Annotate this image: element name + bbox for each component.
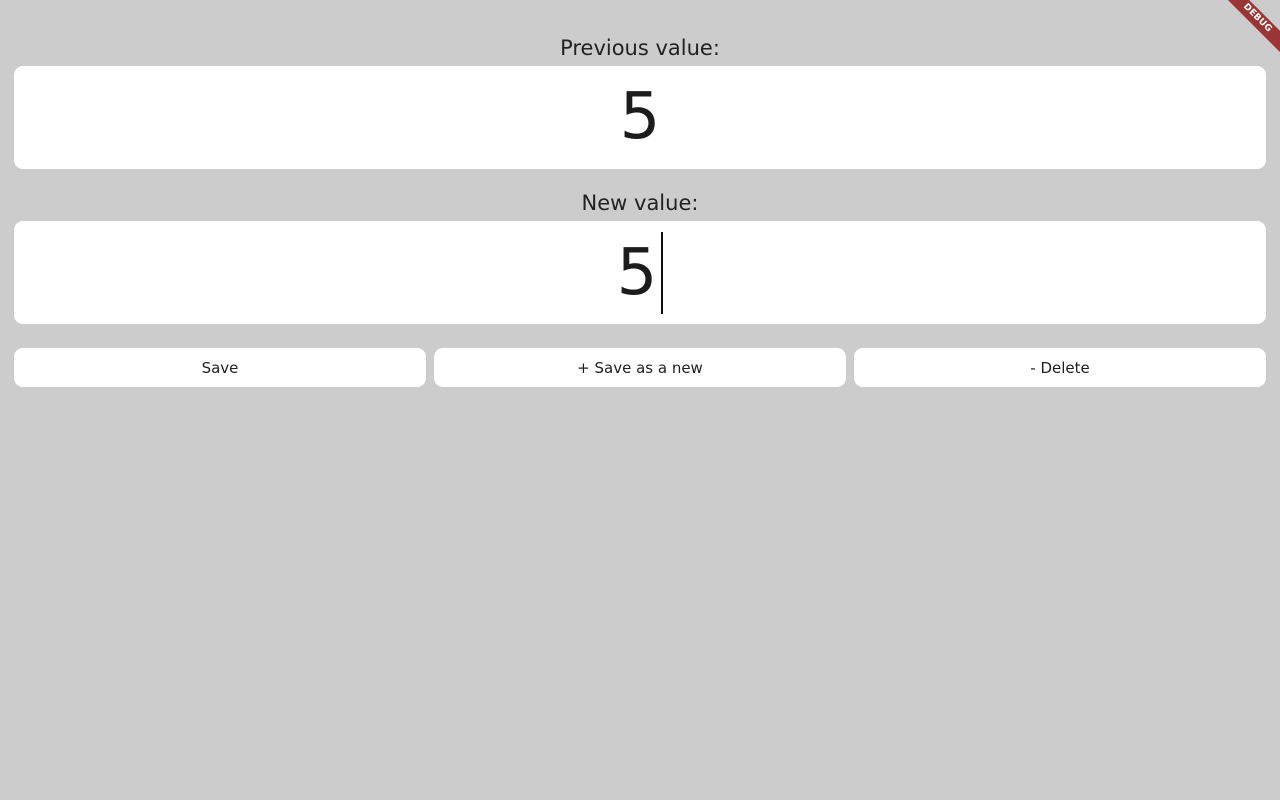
delete-button[interactable]: - Delete — [854, 348, 1266, 387]
save-as-new-button[interactable]: + Save as a new — [434, 348, 846, 387]
previous-value-label: Previous value: — [560, 36, 720, 60]
new-value-input[interactable]: 5 — [14, 221, 1266, 324]
new-value-text: 5 — [616, 235, 658, 310]
save-button[interactable]: Save — [14, 348, 426, 387]
previous-value-card: 5 — [14, 66, 1266, 169]
action-button-row: Save + Save as a new - Delete — [14, 348, 1266, 387]
text-caret — [661, 231, 664, 314]
previous-value-display: 5 — [619, 80, 661, 154]
app-root: Previous value: 5 New value: 5 Save + Sa… — [0, 0, 1280, 800]
new-value-label: New value: — [581, 191, 699, 215]
new-value-card[interactable]: 5 — [14, 221, 1266, 324]
